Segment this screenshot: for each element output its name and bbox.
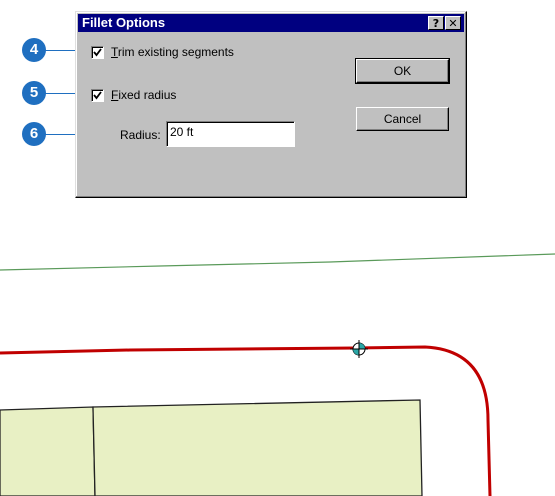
parcel-polygon-left — [0, 406, 96, 496]
snapping-crosshair-icon — [350, 340, 368, 358]
close-button[interactable]: ✕ — [445, 16, 461, 30]
fixed-radius-label: Fixed radius — [111, 88, 177, 102]
trim-existing-segments-checkbox[interactable] — [91, 46, 104, 59]
dialog-titlebar: Fillet Options ? ✕ — [78, 14, 464, 32]
dialog-title: Fillet Options — [82, 15, 166, 30]
help-button[interactable]: ? — [428, 16, 444, 30]
fillet-arc-preview — [424, 346, 488, 411]
callout-step-6: 6 — [22, 122, 46, 146]
radius-input[interactable]: 20 ft — [166, 121, 295, 147]
fixed-radius-checkbox[interactable] — [91, 89, 104, 102]
parcel-polygon-right — [92, 399, 423, 496]
checkmark-icon — [93, 91, 102, 100]
checkmark-icon — [93, 48, 102, 57]
callout-step-4: 4 — [22, 38, 46, 62]
green-line-feature — [0, 253, 555, 271]
ok-button[interactable]: OK — [355, 58, 450, 84]
cancel-button[interactable]: Cancel — [356, 107, 449, 131]
fillet-options-dialog: Fillet Options ? ✕ Trim existing segment… — [75, 11, 467, 198]
trim-existing-segments-label: Trim existing segments — [111, 45, 234, 59]
callout-step-5: 5 — [22, 81, 46, 105]
radius-label: Radius: — [120, 128, 161, 142]
